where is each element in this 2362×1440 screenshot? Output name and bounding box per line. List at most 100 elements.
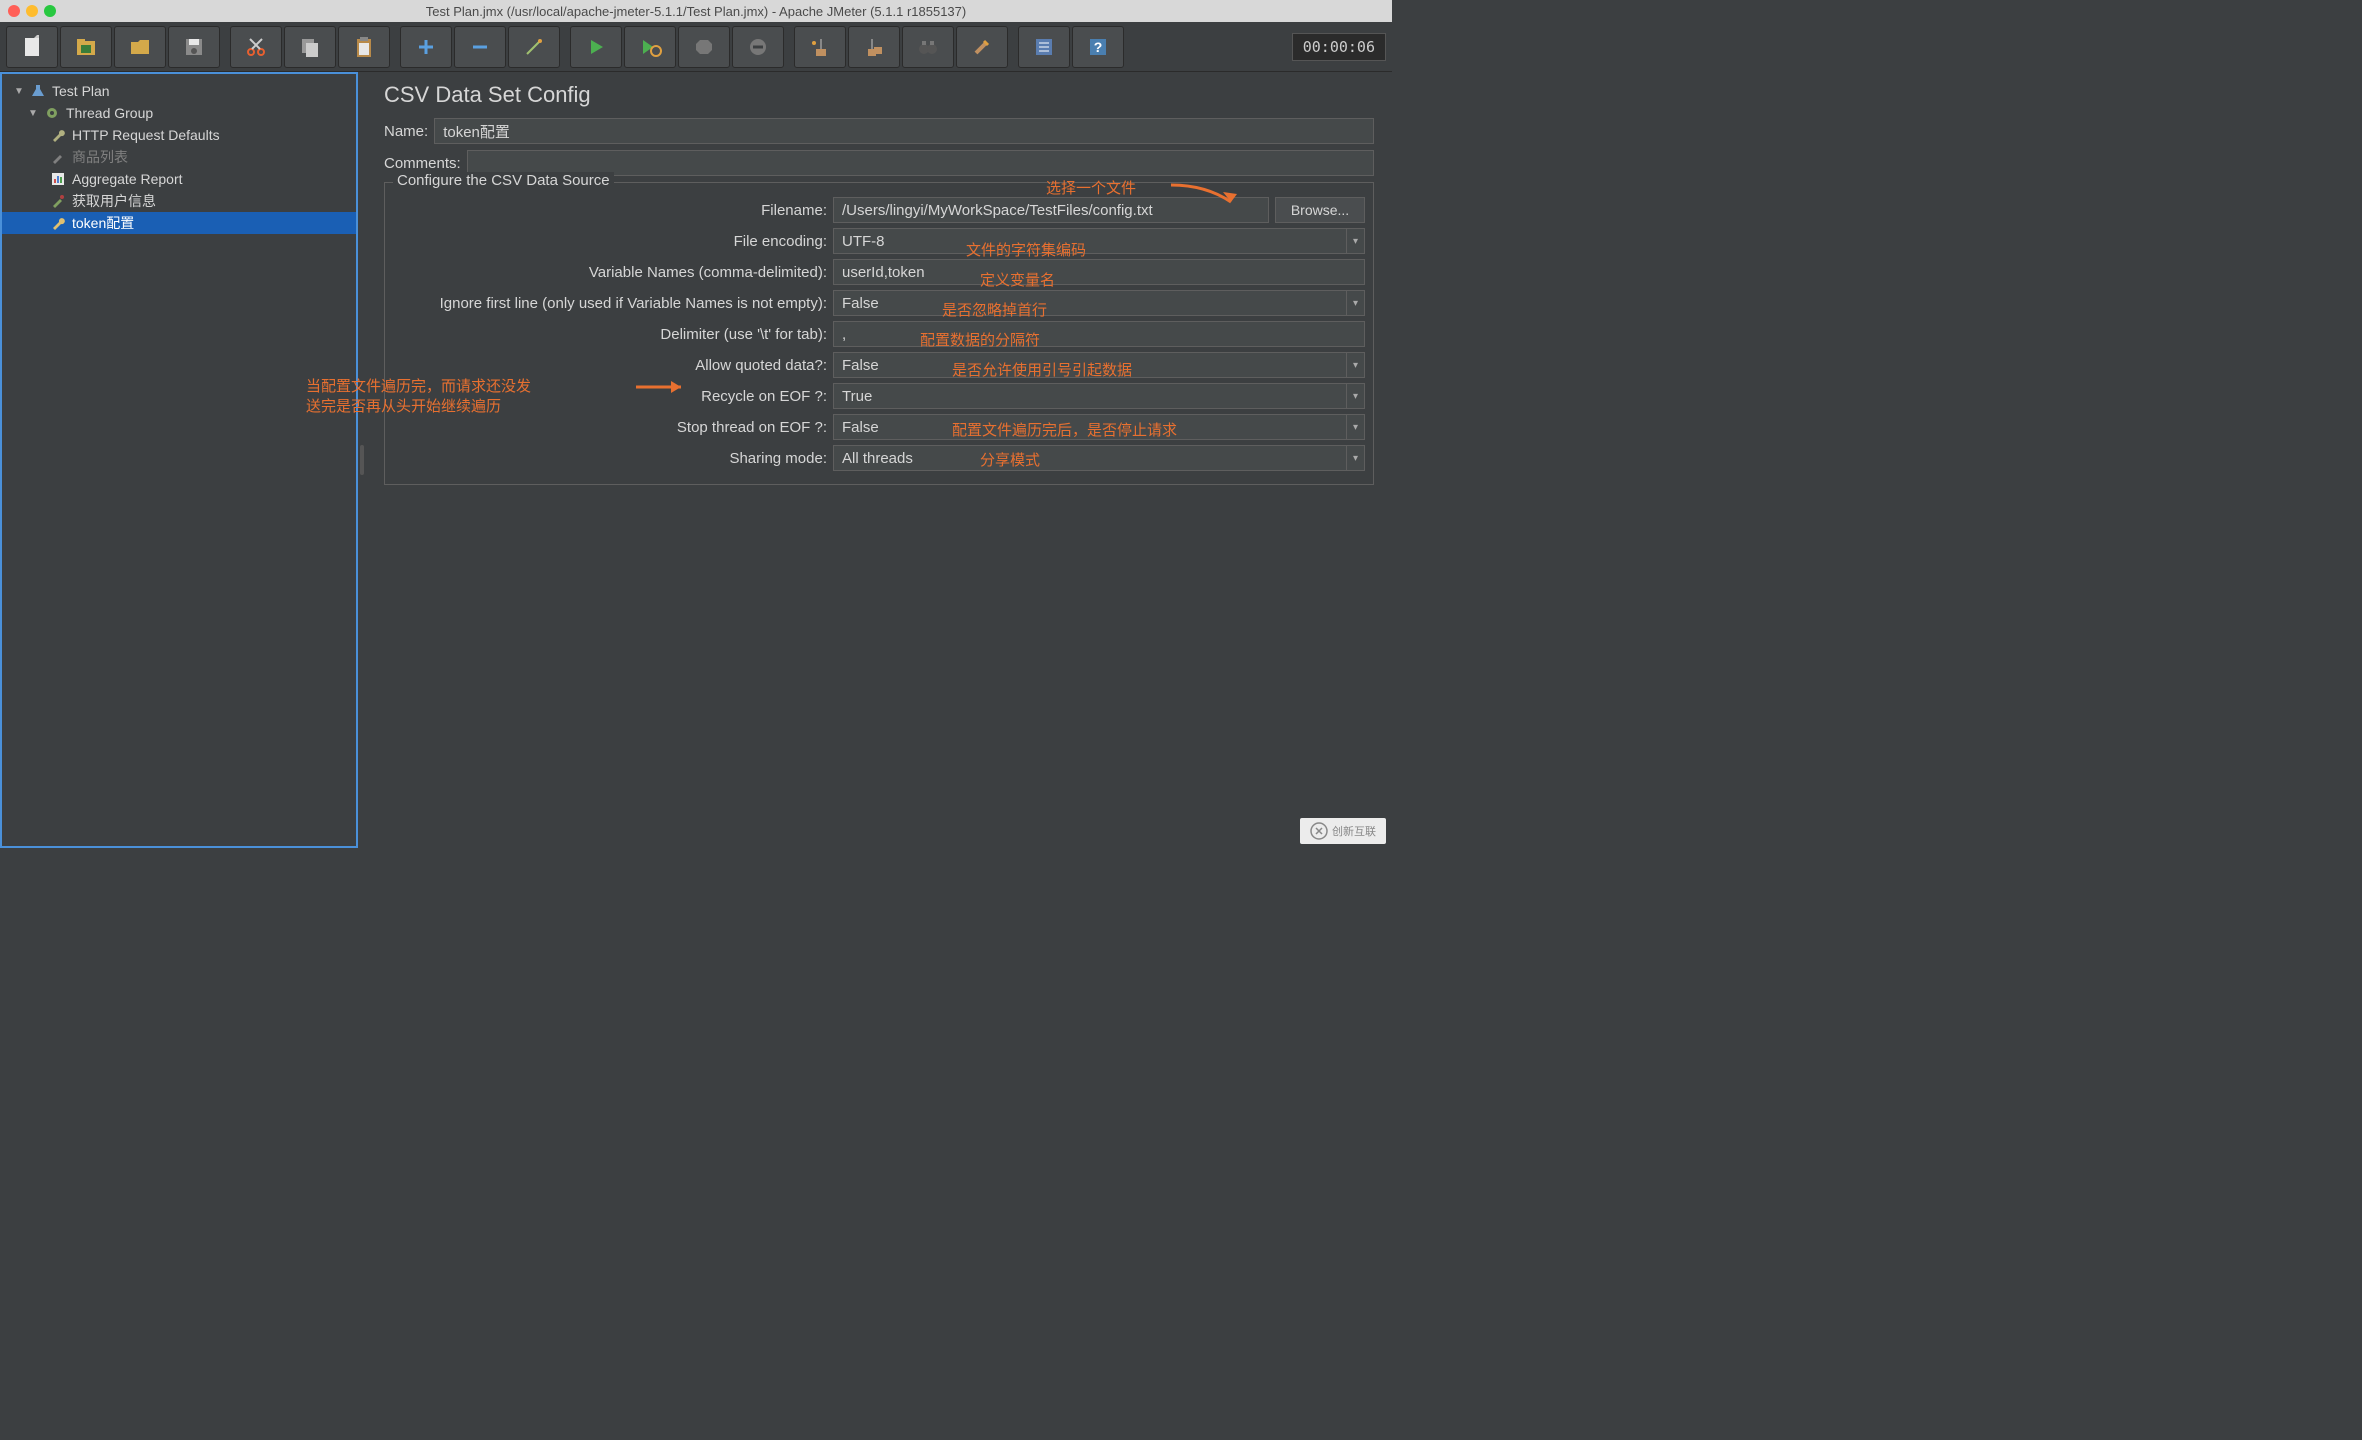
shutdown-icon	[746, 35, 770, 59]
folder-template-icon	[74, 35, 98, 59]
function-helper-button[interactable]	[1018, 26, 1070, 68]
clear-all-button[interactable]	[848, 26, 900, 68]
stop-button[interactable]	[678, 26, 730, 68]
varnames-label: Variable Names (comma-delimited):	[393, 264, 833, 281]
timer-display: 00:00:06	[1292, 33, 1386, 61]
filename-label: Filename:	[393, 202, 833, 219]
quoted-select[interactable]: False	[833, 352, 1365, 378]
maximize-window-button[interactable]	[44, 5, 56, 17]
play-icon	[584, 35, 608, 59]
tree-node-product-list[interactable]: 商品列表	[2, 146, 356, 168]
watermark: 创新互联	[1300, 818, 1386, 844]
cut-button[interactable]	[230, 26, 282, 68]
close-window-button[interactable]	[8, 5, 20, 17]
main-area: ▼ Test Plan ▼ Thread Group HTTP Request …	[0, 72, 1392, 848]
title-bar: Test Plan.jmx (/usr/local/apache-jmeter-…	[0, 0, 1392, 22]
flask-icon	[28, 82, 48, 100]
csv-config-fieldset: Configure the CSV Data Source Filename: …	[384, 182, 1374, 485]
tree-node-get-user-info[interactable]: 获取用户信息	[2, 190, 356, 212]
tree-label: 商品列表	[72, 147, 128, 167]
ignore-first-select[interactable]: False	[833, 290, 1365, 316]
save-icon	[182, 35, 206, 59]
test-plan-tree[interactable]: ▼ Test Plan ▼ Thread Group HTTP Request …	[0, 72, 358, 848]
panel-title: CSV Data Set Config	[384, 82, 1374, 108]
stop-select[interactable]: False	[833, 414, 1365, 440]
help-icon: ?	[1086, 35, 1110, 59]
encoding-label: File encoding:	[393, 233, 833, 250]
shutdown-button[interactable]	[732, 26, 784, 68]
clear-button[interactable]	[794, 26, 846, 68]
clipboard-icon	[352, 35, 376, 59]
expand-arrow-icon: ▼	[14, 86, 28, 97]
tree-label: 获取用户信息	[72, 191, 156, 211]
panel-splitter[interactable]	[358, 72, 366, 848]
minimize-window-button[interactable]	[26, 5, 38, 17]
help-button[interactable]: ?	[1072, 26, 1124, 68]
new-file-button[interactable]	[6, 26, 58, 68]
tree-label: Test Plan	[52, 83, 110, 99]
window-title: Test Plan.jmx (/usr/local/apache-jmeter-…	[426, 4, 966, 19]
config-panel: CSV Data Set Config Name: Comments: Conf…	[366, 72, 1392, 848]
wand-icon	[522, 35, 546, 59]
copy-button[interactable]	[284, 26, 336, 68]
expand-arrow-icon: ▼	[28, 108, 42, 119]
toolbar: ? 00:00:06	[0, 22, 1392, 72]
recycle-select[interactable]: True	[833, 383, 1365, 409]
pipette-icon	[48, 148, 68, 166]
stop-label: Stop thread on EOF ?:	[393, 419, 833, 436]
encoding-select[interactable]: UTF-8	[833, 228, 1365, 254]
start-no-pause-button[interactable]	[624, 26, 676, 68]
quoted-label: Allow quoted data?:	[393, 357, 833, 374]
play-timer-icon	[638, 35, 662, 59]
broom-all-icon	[862, 35, 886, 59]
delimiter-label: Delimiter (use '\t' for tab):	[393, 326, 833, 343]
scissors-icon	[244, 35, 268, 59]
tree-label: token配置	[72, 213, 134, 233]
recycle-label: Recycle on EOF ?:	[393, 388, 833, 405]
save-button[interactable]	[168, 26, 220, 68]
logo-icon	[1310, 822, 1328, 840]
delimiter-input[interactable]	[833, 321, 1365, 347]
copy-icon	[298, 35, 322, 59]
tree-node-thread-group[interactable]: ▼ Thread Group	[2, 102, 356, 124]
open-file-button[interactable]	[114, 26, 166, 68]
broom-icon	[808, 35, 832, 59]
stop-icon	[692, 35, 716, 59]
file-icon	[20, 35, 44, 59]
window-controls	[8, 5, 56, 17]
report-icon	[48, 170, 68, 188]
minus-icon	[468, 35, 492, 59]
plus-icon	[414, 35, 438, 59]
reset-search-button[interactable]	[956, 26, 1008, 68]
expand-button[interactable]	[400, 26, 452, 68]
name-label: Name:	[384, 123, 428, 140]
collapse-button[interactable]	[454, 26, 506, 68]
tree-node-token-config[interactable]: token配置	[2, 212, 356, 234]
tree-node-http-defaults[interactable]: HTTP Request Defaults	[2, 124, 356, 146]
svg-text:?: ?	[1094, 39, 1103, 55]
name-input[interactable]	[434, 118, 1374, 144]
start-button[interactable]	[570, 26, 622, 68]
templates-button[interactable]	[60, 26, 112, 68]
comments-label: Comments:	[384, 155, 461, 172]
wrench-icon	[48, 214, 68, 232]
fieldset-legend: Configure the CSV Data Source	[393, 172, 614, 189]
varnames-input[interactable]	[833, 259, 1365, 285]
wrench-icon	[48, 126, 68, 144]
browse-button[interactable]: Browse...	[1275, 197, 1365, 223]
broom-sparkle-icon	[970, 35, 994, 59]
sharing-select[interactable]: All threads	[833, 445, 1365, 471]
tree-label: Aggregate Report	[72, 171, 183, 187]
filename-input[interactable]	[833, 197, 1269, 223]
tree-node-aggregate-report[interactable]: Aggregate Report	[2, 168, 356, 190]
toggle-button[interactable]	[508, 26, 560, 68]
binoculars-icon	[916, 35, 940, 59]
sharing-label: Sharing mode:	[393, 450, 833, 467]
paste-button[interactable]	[338, 26, 390, 68]
search-button[interactable]	[902, 26, 954, 68]
folder-open-icon	[128, 35, 152, 59]
pipette-icon	[48, 192, 68, 210]
watermark-text: 创新互联	[1332, 823, 1376, 839]
ignore-first-label: Ignore first line (only used if Variable…	[393, 295, 833, 312]
tree-node-test-plan[interactable]: ▼ Test Plan	[2, 80, 356, 102]
